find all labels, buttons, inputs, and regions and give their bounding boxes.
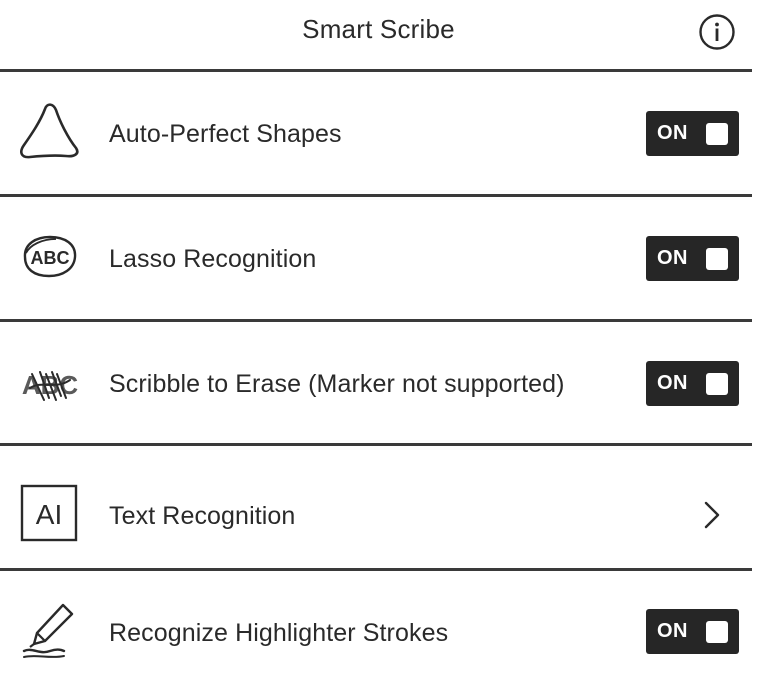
setting-row-scribble-to-erase[interactable]: ABC Scribble to Erase (Marker not suppor… xyxy=(0,322,752,444)
svg-text:ABC: ABC xyxy=(31,248,70,268)
setting-label: Text Recognition xyxy=(109,502,296,530)
setting-row-text-recognition[interactable]: AI Text Recognition xyxy=(0,446,752,568)
toggle-knob xyxy=(706,248,728,270)
toggle-knob xyxy=(706,123,728,145)
scribble-to-erase-toggle[interactable]: ON xyxy=(646,361,739,406)
auto-perfect-shapes-toggle[interactable]: ON xyxy=(646,111,739,156)
setting-label: Auto-Perfect Shapes xyxy=(109,120,342,148)
setting-row-auto-perfect-shapes[interactable]: Auto-Perfect Shapes ON xyxy=(0,72,752,194)
setting-row-recognize-highlighter-strokes[interactable]: Recognize Highlighter Strokes ON xyxy=(0,571,752,678)
setting-row-lasso-recognition[interactable]: ABC Lasso Recognition ON xyxy=(0,197,752,319)
toggle-state-label: ON xyxy=(657,620,688,642)
setting-label: Recognize Highlighter Strokes xyxy=(109,619,449,647)
setting-label: Scribble to Erase (Marker not supported) xyxy=(109,370,565,398)
recognize-highlighter-strokes-toggle[interactable]: ON xyxy=(646,609,739,654)
toggle-state-label: ON xyxy=(657,122,688,144)
abc-lasso-icon: ABC xyxy=(16,225,82,291)
triangle-shape-icon xyxy=(16,100,82,166)
toggle-knob xyxy=(706,621,728,643)
info-circle-icon xyxy=(699,14,735,50)
info-button[interactable] xyxy=(698,13,736,51)
toggle-state-label: ON xyxy=(657,372,688,394)
lasso-recognition-toggle[interactable]: ON xyxy=(646,236,739,281)
svg-text:AI: AI xyxy=(36,499,62,530)
toggle-state-label: ON xyxy=(657,247,688,269)
header-bar: Smart Scribe xyxy=(0,0,757,70)
setting-label: Lasso Recognition xyxy=(109,245,317,273)
ai-text-box-icon: AI xyxy=(16,482,82,548)
chevron-right-icon[interactable] xyxy=(700,498,724,532)
abc-scribble-icon: ABC xyxy=(16,350,82,416)
page-title: Smart Scribe xyxy=(302,14,455,44)
highlighter-pen-icon xyxy=(16,599,82,665)
toggle-knob xyxy=(706,373,728,395)
